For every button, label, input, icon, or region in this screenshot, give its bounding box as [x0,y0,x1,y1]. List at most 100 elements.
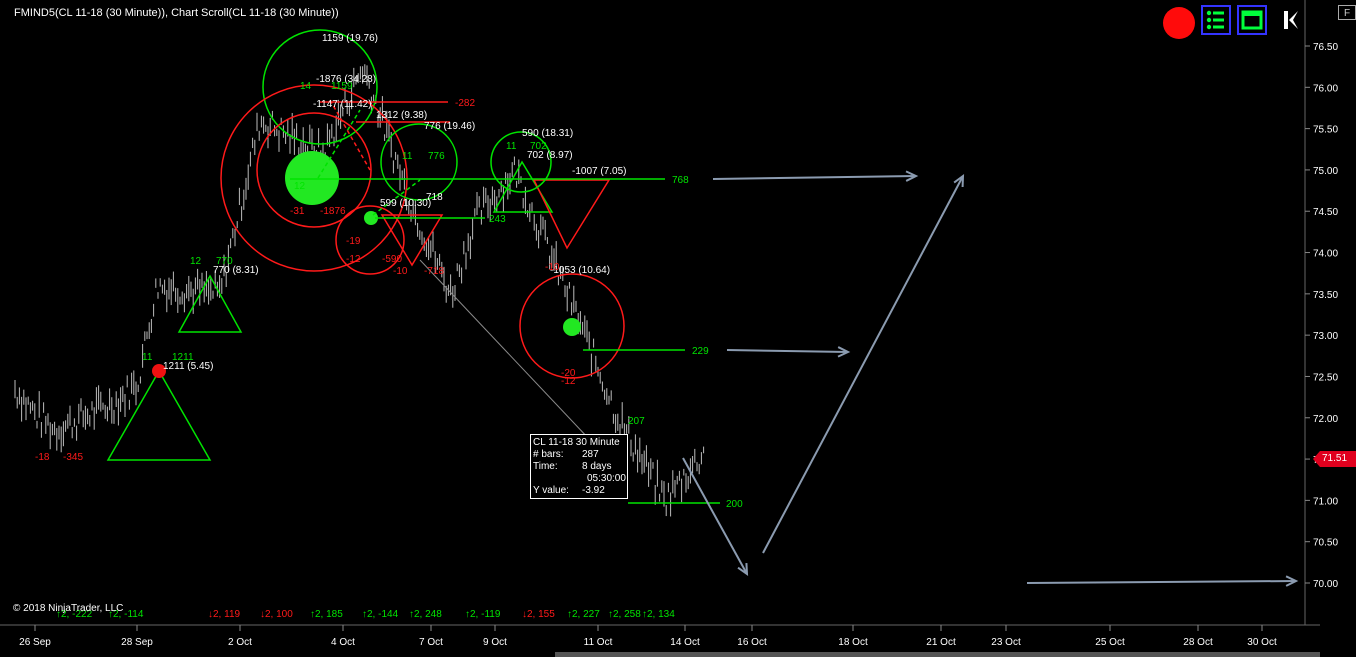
horizontal-scrollbar [555,652,1320,657]
footer-signal-label: ↑2, 134 [642,609,675,620]
annotation-label: 590 (18.31) [522,128,573,139]
annotation-label: 718 [426,192,443,203]
copyright-text: © 2018 NinjaTrader, LLC [13,603,124,614]
tooltip-time-value2: 05:30:00 [587,473,626,484]
x-tick-label: 21 Oct [926,637,956,648]
y-tick-label: 76.50 [1313,42,1338,53]
level-line-label: 768 [672,175,689,186]
y-tick-label: 74.00 [1313,249,1338,260]
list-icon[interactable] [1201,5,1231,35]
y-tick-label: 73.00 [1313,331,1338,342]
tooltip-bars-value: 287 [582,449,599,460]
level-line-label: 229 [692,346,709,357]
annotation-label: -10 [393,266,408,277]
corner-toggle[interactable]: F [1338,5,1356,20]
y-tick-label: 70.50 [1313,538,1338,549]
last-price-marker: 71.51 [1313,451,1356,467]
tooltip-title: CL 11-18 30 Minute [533,437,620,448]
x-tick-label: 2 Oct [228,637,252,648]
window-icon[interactable] [1237,5,1267,35]
x-tick-label: 28 Sep [121,637,153,648]
annotation-label: -12 [561,376,576,387]
triangle-label-left: 12 [190,256,202,267]
y-tick-label: 73.50 [1313,290,1338,301]
footer-signal-label: ↑2, 248 [409,609,442,620]
annotation-label: 11 [402,151,413,162]
annotation-label: 599 (10.30) [380,198,431,209]
annotation-label: -590 [382,254,402,265]
tooltip-time-value: 8 days [582,461,612,472]
fib-circle [262,29,378,145]
tooltip-time-label: Time: [533,461,558,472]
annotation-label: -31 [290,206,305,217]
projection-arrow-line [726,349,849,353]
y-tick-label: 70.00 [1313,579,1338,590]
annotation-label: 14 [300,81,312,92]
footer-signal-label: ↑2, 227 [567,609,600,620]
fib-circle [380,123,458,201]
annotation-label: 1159 [331,81,353,92]
projection-arrow-line [762,175,964,554]
annotation-label: 207 [628,416,645,427]
tooltip-y-row: Y value: -3.92 [533,485,625,497]
y-tick-label: 75.50 [1313,125,1338,136]
price-chart[interactable]: 70.0070.5071.0071.5072.0072.5073.0073.50… [0,0,1356,657]
x-tick-label: 30 Oct [1247,637,1277,648]
record-icon[interactable] [1163,7,1195,39]
footer-signal-label: ↑2, 258 [608,609,641,620]
level-line-label: 200 [726,499,743,510]
footer-signal-label: ↑2, -144 [362,609,399,620]
level-line-label: -282 [455,98,475,109]
chart-toolbar [1163,5,1308,39]
footer-signal-label: ↑2, -119 [465,609,501,620]
annotation-label: -19 [346,236,361,247]
y-tick-label: 71.00 [1313,496,1338,507]
annotation-label: 776 (19.46) [424,121,475,132]
x-tick-label: 23 Oct [991,637,1021,648]
triangle-label-left: 11 [142,352,153,363]
ruler-tooltip: CL 11-18 30 Minute # bars: 287 Time: 8 d… [530,434,628,499]
chart-title: FMIND5(CL 11-18 (30 Minute)), Chart Scro… [14,7,339,19]
triangle-value-label: 702 (8.97) [527,150,573,161]
annotation-label: 776 [428,151,445,162]
x-tick-label: 11 Oct [584,637,613,648]
triangle-value-label: 1211 (5.45) [163,361,213,372]
y-tick-label: 74.50 [1313,207,1338,218]
footer-signal-label: ↑2, 185 [310,609,343,620]
tooltip-y-value: -3.92 [582,485,605,496]
triangle-value-label: 770 (8.31) [213,265,259,276]
annotation-label: 1312 (9.38) [376,110,427,121]
projection-arrow-line [712,175,917,180]
footer-signal-label: ↓2, 155 [522,609,555,620]
annotation-label: -10 [545,262,560,273]
annotation-label: -1147 (11.42) [313,99,372,110]
triangle-pattern [106,369,212,461]
annotation-label: -345 [63,452,83,463]
projection-arrow-line [682,457,748,575]
tooltip-bars-label: # bars: [533,449,564,460]
x-tick-label: 4 Oct [331,637,355,648]
skip-back-icon[interactable] [1281,5,1303,35]
x-tick-label: 25 Oct [1095,637,1125,648]
triangle-value-label: -1007 (7.05) [572,166,626,177]
pivot-dot [563,318,581,336]
triangle-label-left: 11 [506,141,517,152]
tooltip-bars-row: # bars: 287 [533,449,625,461]
annotation-label: 1159 (19.76) [322,33,378,44]
annotation-label: -12 [346,254,361,265]
y-tick-label: 72.50 [1313,372,1338,383]
x-tick-label: 14 Oct [670,637,700,648]
tooltip-time-row-2: 05:30:00 [533,473,626,485]
footer-signal-label: ↓2, 119 [208,609,240,620]
x-tick-label: 16 Oct [737,637,767,648]
x-tick-label: 26 Sep [19,637,51,648]
x-tick-label: 7 Oct [419,637,443,648]
tooltip-time-row: Time: 8 days [533,461,625,473]
annotation-label: -18 [35,452,50,463]
annotation-label: -718 [424,266,444,277]
y-tick-label: 72.00 [1313,414,1338,425]
annotation-label: 12 [294,181,306,192]
tooltip-y-label: Y value: [533,485,569,496]
footer-signal-label: ↓2, 100 [260,609,293,620]
x-tick-label: 28 Oct [1183,637,1213,648]
